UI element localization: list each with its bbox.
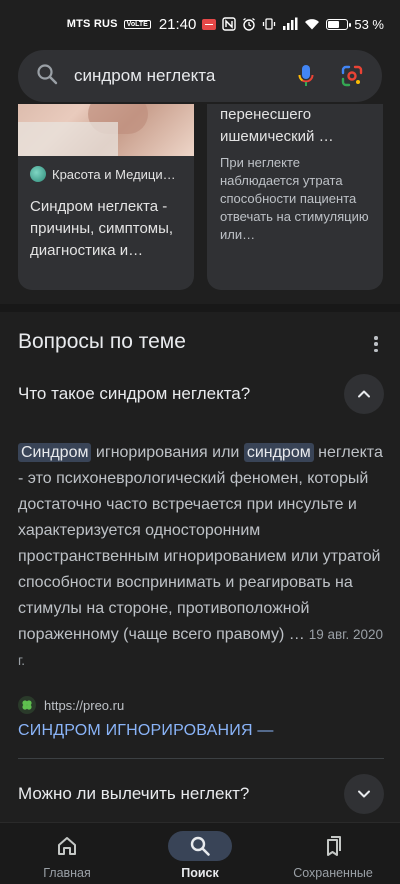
clover-favicon-icon bbox=[18, 696, 36, 714]
search-input[interactable]: синдром неглекта bbox=[74, 66, 292, 86]
section-title: Вопросы по теме bbox=[18, 330, 186, 353]
answer-part: игнорирования или bbox=[91, 444, 244, 461]
nav-home[interactable]: Главная bbox=[0, 823, 134, 884]
collapse-button[interactable] bbox=[344, 374, 384, 414]
results-carousel: Красота и Медици… Синдром неглекта - при… bbox=[0, 104, 400, 304]
signal-icon bbox=[282, 17, 298, 31]
nav-label: Главная bbox=[43, 866, 91, 880]
divider bbox=[18, 758, 384, 759]
vibrate-icon bbox=[262, 17, 276, 31]
question-label[interactable]: Можно ли вылечить неглект? bbox=[18, 784, 249, 804]
home-icon[interactable] bbox=[35, 831, 99, 861]
bottom-navigation: Главная Поиск Сохраненные bbox=[0, 822, 400, 884]
result-source: Красота и Медици… bbox=[30, 166, 176, 182]
result-thumbnail bbox=[18, 104, 194, 156]
search-bar[interactable]: синдром неглекта bbox=[18, 50, 382, 102]
search-icon[interactable] bbox=[36, 63, 58, 90]
google-lens-icon[interactable] bbox=[338, 62, 366, 90]
status-bar: MTS RUS VoLTE 21:40 53 % bbox=[0, 0, 400, 48]
volte-badge: VoLTE bbox=[123, 19, 151, 29]
result-title[interactable]: Синдром неглекта - причины, симптомы, ди… bbox=[30, 196, 186, 262]
source-link[interactable]: СИНДРОМ ИГНОРИРОВАНИЯ — bbox=[18, 722, 274, 740]
battery-percent: 53 % bbox=[354, 16, 384, 32]
battery-fill bbox=[328, 20, 339, 28]
clock: 21:40 bbox=[158, 15, 197, 33]
highlighted-term: Синдром bbox=[18, 443, 92, 462]
alarm-icon bbox=[242, 17, 256, 31]
battery-icon bbox=[326, 18, 352, 30]
nav-label: Поиск bbox=[181, 866, 219, 880]
search-icon[interactable] bbox=[168, 831, 232, 861]
nfc-icon bbox=[222, 17, 237, 31]
carrier-label: MTS RUS bbox=[66, 18, 118, 30]
expand-button[interactable] bbox=[344, 774, 384, 814]
chevron-up-icon bbox=[358, 390, 370, 398]
source-name: Красота и Медици… bbox=[52, 166, 176, 182]
answer-part: неглекта - это психоневрологический фено… bbox=[18, 444, 383, 643]
section-divider bbox=[0, 304, 400, 312]
saved-collections-icon[interactable] bbox=[301, 831, 365, 861]
more-options-icon[interactable] bbox=[368, 334, 384, 354]
answer-source[interactable]: https://preo.ru bbox=[18, 696, 124, 714]
nav-search[interactable]: Поиск bbox=[133, 823, 267, 884]
notification-badge-icon bbox=[202, 18, 217, 30]
question-label[interactable]: Что такое синдром неглекта? bbox=[18, 384, 250, 404]
question-item[interactable]: Можно ли вылечить неглект? bbox=[0, 774, 400, 814]
chevron-down-icon bbox=[358, 790, 370, 798]
nav-label: Сохраненные bbox=[293, 866, 373, 880]
highlighted-term: синдром bbox=[243, 443, 314, 462]
result-title[interactable]: перенесшего ишемический … bbox=[220, 104, 370, 148]
result-card[interactable]: Красота и Медици… Синдром неглекта - при… bbox=[18, 104, 194, 290]
answer-text: Синдром игнорирования или синдром неглек… bbox=[18, 440, 388, 674]
question-item[interactable]: Что такое синдром неглекта? bbox=[0, 374, 400, 414]
wifi-icon bbox=[304, 17, 320, 31]
result-snippet: При неглекте наблюдается утрата способно… bbox=[220, 155, 369, 242]
site-favicon-icon bbox=[30, 166, 46, 182]
nav-saved[interactable]: Сохраненные bbox=[266, 823, 400, 884]
source-url[interactable]: https://preo.ru bbox=[44, 698, 124, 713]
microphone-icon[interactable] bbox=[292, 62, 320, 90]
result-card[interactable]: перенесшего ишемический … При неглекте н… bbox=[207, 104, 383, 290]
